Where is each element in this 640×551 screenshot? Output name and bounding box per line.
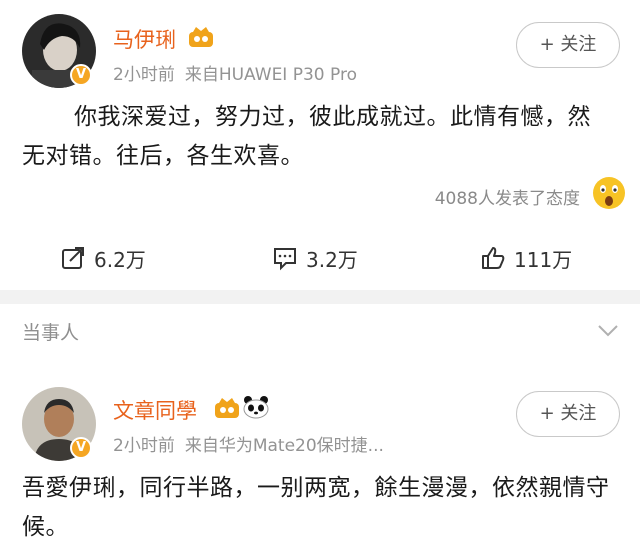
post-content: 你我深爱过，努力过，彼此成就过。此情有憾，然无对错。往后，各生欢喜。 <box>22 104 591 169</box>
like-button[interactable]: 111万 <box>480 240 572 276</box>
post-meta: 2小时前 来自HUAWEI P30 Pro <box>113 60 357 85</box>
post-time: 2小时前 <box>113 436 175 456</box>
repost-icon <box>62 247 84 269</box>
verified-badge-icon: V <box>70 437 92 459</box>
verified-badge-icon: V <box>70 64 92 86</box>
post-time: 2小时前 <box>113 65 175 85</box>
wow-emoji-icon[interactable] <box>592 176 626 210</box>
like-icon <box>482 247 505 269</box>
post-source: 来自华为Mate20保时捷... <box>184 436 384 456</box>
weibo-post-1: V 马伊琍 2小时前 来自HUAWEI P30 Pro + 关注 你我深爱过，努力… <box>0 0 640 290</box>
post-content: 吾愛伊琍，同行半路，一别两宽，餘生漫漫，依然親情守候。 <box>22 475 610 540</box>
comment-count: 3.2万 <box>306 247 358 272</box>
author-name[interactable]: 文章同學 <box>113 395 197 425</box>
comment-button[interactable]: 3.2万 <box>272 240 358 276</box>
repost-count: 6.2万 <box>94 247 146 272</box>
like-count: 111万 <box>514 247 573 272</box>
section-divider <box>0 290 640 304</box>
follow-button[interactable]: + 关注 <box>516 22 620 68</box>
repost-button[interactable]: 6.2万 <box>60 240 146 276</box>
section-label: 当事人 <box>22 322 80 344</box>
vip-crown-icon <box>215 398 239 418</box>
reactions-count[interactable]: 4088人发表了态度 <box>435 184 580 209</box>
comment-icon <box>274 248 296 271</box>
vip-crown-icon <box>189 27 213 47</box>
panda-icon <box>243 396 269 419</box>
post-meta: 2小时前 来自华为Mate20保时捷... <box>113 431 384 456</box>
post-source: 来自HUAWEI P30 Pro <box>184 65 357 85</box>
author-name[interactable]: 马伊琍 <box>113 24 176 54</box>
follow-button[interactable]: + 关注 <box>516 391 620 437</box>
chevron-down-icon[interactable] <box>596 322 620 340</box>
weibo-post-2: V 文章同學 2小时前 来自华为Mate20保时捷... + 关注 吾愛伊琍，同行… <box>0 355 640 551</box>
